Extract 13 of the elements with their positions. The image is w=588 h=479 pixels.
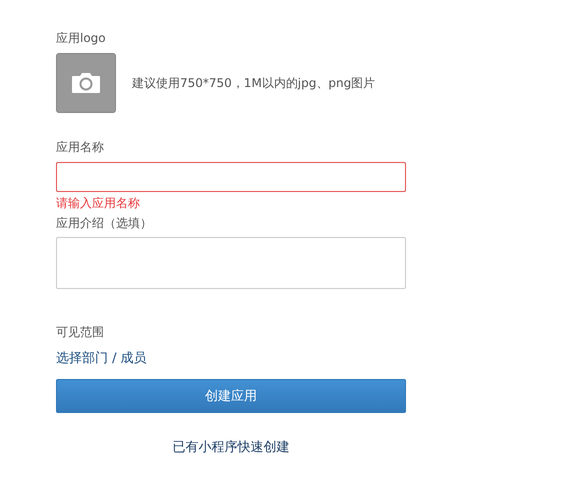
field-label: 应用名称 <box>56 139 105 155</box>
intro-field[interactable] <box>56 237 406 289</box>
field-label: 可见范围 <box>56 324 105 340</box>
field-label: 应用介绍（选填） <box>56 215 153 231</box>
camera-icon <box>71 72 101 94</box>
logo-upload[interactable] <box>56 53 116 113</box>
app-name-field[interactable] <box>56 162 406 192</box>
quick-create-link[interactable]: 已有小程序快速创建 <box>172 440 290 455</box>
error-message: 请输入应用名称 <box>56 195 141 211</box>
upload-hint: 建议使用750*750，1M以内的jpg、png图片 <box>132 74 376 92</box>
field-label: 应用logo <box>56 30 107 46</box>
select-members-link[interactable]: 选择部门 / 成员 <box>56 349 147 367</box>
create-button[interactable]: 创建应用 <box>56 379 406 413</box>
